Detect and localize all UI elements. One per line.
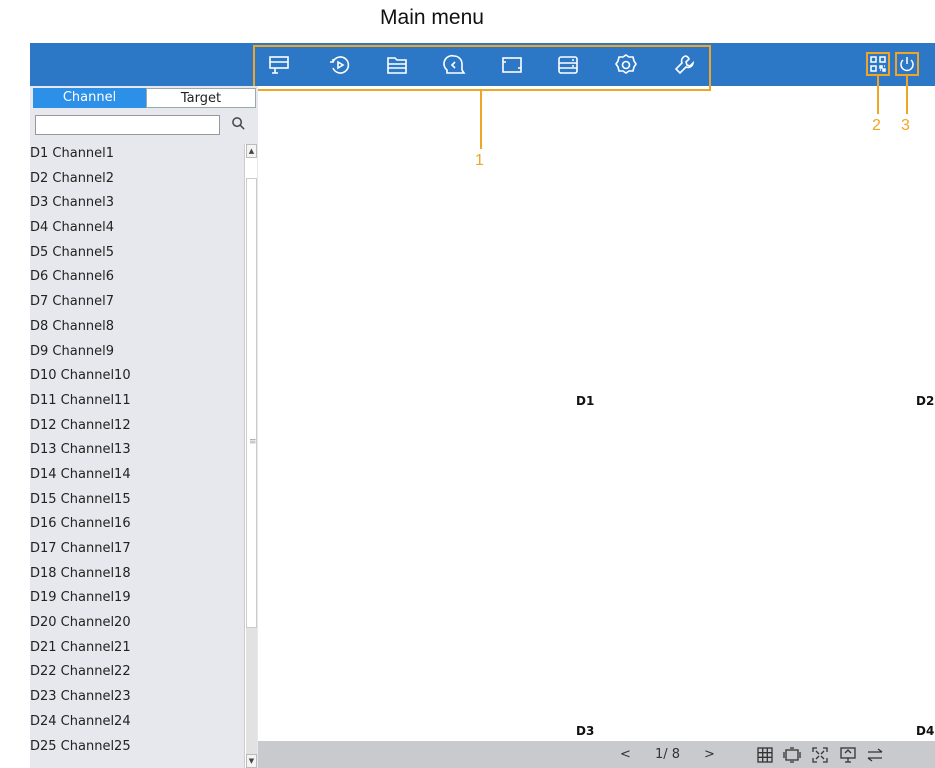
list-item[interactable]: D19 Channel19	[30, 586, 244, 611]
sequence-icon[interactable]	[783, 746, 801, 764]
top-toolbar	[30, 43, 935, 86]
list-item[interactable]: D1 Channel1	[30, 142, 244, 167]
scroll-up-arrow-icon[interactable]: ▲	[246, 144, 257, 158]
list-item[interactable]: D5 Channel5	[30, 241, 244, 266]
file-icon[interactable]	[384, 52, 410, 78]
list-item[interactable]: D13 Channel13	[30, 438, 244, 463]
main-menu-caption: Main menu	[380, 6, 484, 29]
channel-list: D1 Channel1 D2 Channel2 D3 Channel3 D4 Chan…	[30, 142, 244, 759]
list-item[interactable]: D22 Channel22	[30, 660, 244, 685]
live-view-icon[interactable]	[266, 52, 292, 78]
prev-page-button[interactable]: <	[620, 747, 631, 762]
qr-code-icon[interactable]	[866, 52, 890, 76]
video-pane-label-d1: D1	[576, 394, 595, 408]
tab-channel[interactable]: Channel	[33, 88, 146, 108]
scroll-track[interactable]	[246, 628, 257, 754]
fullscreen-icon[interactable]	[811, 746, 829, 764]
output-icon[interactable]	[839, 746, 857, 764]
storage-icon[interactable]	[555, 52, 581, 78]
list-item[interactable]: D23 Channel23	[30, 685, 244, 710]
playback-icon[interactable]	[327, 52, 353, 78]
maintenance-icon[interactable]	[671, 52, 697, 78]
list-item[interactable]: D16 Channel16	[30, 512, 244, 537]
channel-camera-icon[interactable]	[499, 52, 525, 78]
bottom-control-bar: < 1/ 8 >	[258, 741, 935, 768]
callout-3: 3	[901, 117, 910, 134]
list-item[interactable]: D4 Channel4	[30, 216, 244, 241]
channel-sidebar: Channel Target D1 Channel1 D2 Channel2 D3 …	[30, 86, 258, 768]
list-item[interactable]: D20 Channel20	[30, 611, 244, 636]
list-item[interactable]: D24 Channel24	[30, 710, 244, 735]
callout-line-2	[877, 76, 879, 114]
list-item[interactable]: D21 Channel21	[30, 636, 244, 661]
list-item[interactable]: D17 Channel17	[30, 537, 244, 562]
switch-icon[interactable]	[866, 746, 884, 764]
list-item[interactable]: D3 Channel3	[30, 191, 244, 216]
power-icon[interactable]	[895, 52, 919, 76]
video-pane-label-d2: D2	[916, 394, 935, 408]
list-item[interactable]: D11 Channel11	[30, 389, 244, 414]
callout-1: 1	[475, 152, 484, 169]
list-item[interactable]: D15 Channel15	[30, 488, 244, 513]
search-icon[interactable]	[231, 116, 249, 134]
list-item[interactable]: D18 Channel18	[30, 562, 244, 587]
list-item[interactable]: D12 Channel12	[30, 414, 244, 439]
scroll-thumb[interactable]: ≡	[246, 178, 257, 628]
channel-list-scrollbar[interactable]: ▲ ≡ ▼	[244, 144, 257, 768]
sidebar-tabs: Channel Target	[30, 86, 258, 108]
page-indicator: 1/ 8	[655, 747, 681, 762]
list-item[interactable]: D8 Channel8	[30, 315, 244, 340]
list-item[interactable]: D6 Channel6	[30, 265, 244, 290]
list-item[interactable]: D2 Channel2	[30, 167, 244, 192]
settings-icon[interactable]	[613, 52, 639, 78]
layout-grid-icon[interactable]	[756, 746, 774, 764]
video-pane-label-d4: D4	[916, 724, 935, 738]
search-input[interactable]	[35, 115, 220, 135]
callout-line-3	[906, 76, 908, 114]
list-item[interactable]: D14 Channel14	[30, 463, 244, 488]
ai-face-icon[interactable]	[441, 52, 467, 78]
callout-line-1	[480, 91, 482, 149]
video-pane-label-d3: D3	[576, 724, 595, 738]
list-item[interactable]: D25 Channel25	[30, 735, 244, 760]
scroll-down-arrow-icon[interactable]: ▼	[246, 754, 257, 768]
callout-2: 2	[872, 117, 881, 134]
list-item[interactable]: D7 Channel7	[30, 290, 244, 315]
list-item[interactable]: D10 Channel10	[30, 364, 244, 389]
next-page-button[interactable]: >	[704, 747, 715, 762]
grip-icon: ≡	[249, 437, 257, 447]
list-item[interactable]: D9 Channel9	[30, 340, 244, 365]
tab-target[interactable]: Target	[146, 88, 256, 108]
